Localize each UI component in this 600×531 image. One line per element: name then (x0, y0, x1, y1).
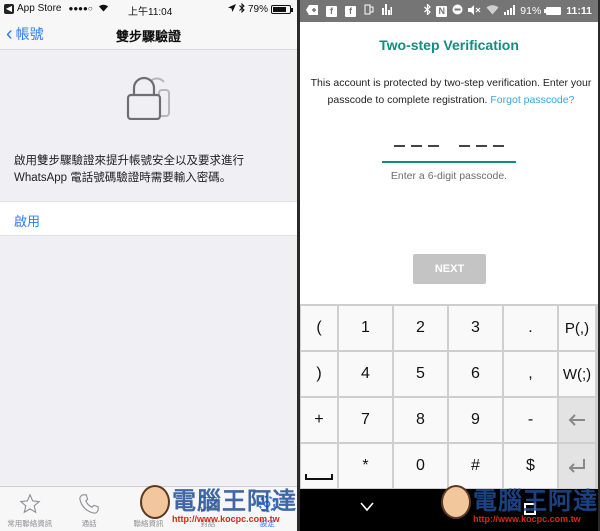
key-asterisk[interactable]: * (339, 444, 392, 488)
tab-label: 常用聯絡資訊 (7, 519, 53, 528)
key-period[interactable]: . (504, 306, 557, 350)
location-icon (227, 4, 236, 15)
ios-status-bar: ◀ App Store ●●●●○ 上午11:04 79% (0, 0, 297, 18)
phone-icon (78, 492, 100, 516)
ios-tab-bar: 常用聯絡資訊 通話 聯絡資訊 對話 設定 (0, 486, 297, 531)
contacts-icon (138, 492, 160, 516)
key-0[interactable]: 0 (394, 444, 447, 488)
tab-label: 設定 (259, 519, 275, 528)
key-2[interactable]: 2 (394, 306, 447, 350)
chats-icon (197, 492, 219, 516)
enter-key[interactable] (559, 444, 595, 488)
forgot-passcode-link[interactable]: Forgot passcode? (490, 94, 574, 106)
battery-icon (544, 7, 562, 15)
verification-title: Two-step Verification (379, 37, 519, 53)
key-7[interactable]: 7 (339, 398, 392, 442)
key-dollar[interactable]: $ (504, 444, 557, 488)
battery-icon (271, 5, 293, 14)
back-to-app-icon[interactable]: ◀ (4, 3, 14, 14)
mute-icon (468, 4, 481, 18)
key-plus[interactable]: + (301, 398, 337, 442)
settings-icon (256, 492, 278, 516)
passcode-hint: Enter a 6-digit passcode. (390, 170, 508, 182)
key-8[interactable]: 8 (394, 398, 447, 442)
tab-settings[interactable]: 設定 (238, 487, 297, 531)
digit-slot (411, 145, 422, 148)
key-1[interactable]: 1 (339, 306, 392, 350)
digit-slot (459, 145, 470, 148)
tab-label: 通話 (81, 519, 97, 528)
backspace-key[interactable] (559, 398, 595, 442)
android-status-bar: f f N 91% 11:11 (300, 0, 598, 22)
battery-percent: 91% (520, 5, 542, 17)
page-title: 雙步驟驗證 (115, 29, 181, 44)
tab-chats[interactable]: 對話 (178, 487, 237, 531)
star-icon (19, 492, 41, 516)
bluetooth-icon (424, 3, 432, 18)
notification-icon (306, 4, 318, 18)
passcode-input[interactable] (382, 135, 516, 163)
digit-slot (394, 145, 405, 148)
key-9[interactable]: 9 (449, 398, 502, 442)
facebook-icon: f (326, 5, 337, 17)
back-app-label[interactable]: App Store (17, 3, 61, 14)
key-open-paren[interactable]: ( (301, 306, 337, 350)
ios-clock: 上午11:04 (128, 7, 173, 18)
key-3[interactable]: 3 (449, 306, 502, 350)
hide-keyboard-button[interactable] (360, 499, 374, 517)
key-5[interactable]: 5 (394, 352, 447, 396)
do-not-disturb-icon (452, 4, 463, 18)
key-comma[interactable]: , (504, 352, 557, 396)
backspace-icon (568, 414, 585, 426)
lock-icon (126, 76, 172, 121)
numeric-keyboard: ( 1 2 3 . P(,) ) 4 5 6 , W(;) + 7 8 9 - … (300, 304, 598, 489)
enter-icon (568, 459, 585, 473)
digit-slot (476, 145, 487, 148)
android-screen: f f N 91% 11:11 Two-step Verification Th… (300, 0, 598, 531)
battery-percent: 79% (247, 4, 268, 15)
chart-notification-icon (382, 4, 392, 18)
signal-strength-icon: ●●●●○ (68, 4, 93, 13)
key-4[interactable]: 4 (339, 352, 392, 396)
next-button[interactable]: NEXT (413, 254, 486, 284)
key-wait[interactable]: W(;) (559, 352, 595, 396)
tab-favorites[interactable]: 常用聯絡資訊 (0, 487, 59, 531)
digit-slot (493, 145, 504, 148)
chevron-down-icon (360, 502, 374, 512)
android-clock: 11:11 (566, 5, 592, 17)
tab-calls[interactable]: 通話 (59, 487, 118, 531)
ios-navigation-bar: ‹ 帳號 雙步驟驗證 (0, 18, 297, 50)
verification-description: This account is protected by two-step ve… (310, 75, 592, 108)
cell-signal-icon (504, 4, 516, 18)
home-button[interactable] (524, 503, 536, 515)
ios-screen: ◀ App Store ●●●●○ 上午11:04 79% ‹ 帳號 雙步驟驗證 (0, 0, 297, 531)
enable-cell[interactable]: 啟用 (0, 201, 297, 236)
enable-button[interactable]: 啟用 (14, 211, 40, 230)
tab-label: 聯絡資訊 (133, 519, 164, 528)
wifi-icon (486, 4, 499, 18)
key-hash[interactable]: # (449, 444, 502, 488)
description-text: 啟用雙步驟驗證來提升帳號安全以及要求進行 WhatsApp 電話號碼驗證時需要輸… (14, 155, 244, 184)
bluetooth-icon (239, 2, 245, 16)
space-icon (305, 474, 333, 480)
wifi-icon (98, 3, 109, 14)
key-pause[interactable]: P(,) (559, 306, 595, 350)
space-key[interactable] (301, 444, 337, 488)
key-6[interactable]: 6 (449, 352, 502, 396)
app-notification-icon (364, 4, 374, 18)
tab-contacts[interactable]: 聯絡資訊 (119, 487, 178, 531)
key-close-paren[interactable]: ) (301, 352, 337, 396)
tab-label: 對話 (200, 519, 216, 528)
key-minus[interactable]: - (504, 398, 557, 442)
facebook-icon: f (345, 5, 356, 17)
android-nav-bar (300, 489, 598, 531)
nfc-icon: N (436, 5, 448, 17)
digit-slot (428, 145, 439, 148)
